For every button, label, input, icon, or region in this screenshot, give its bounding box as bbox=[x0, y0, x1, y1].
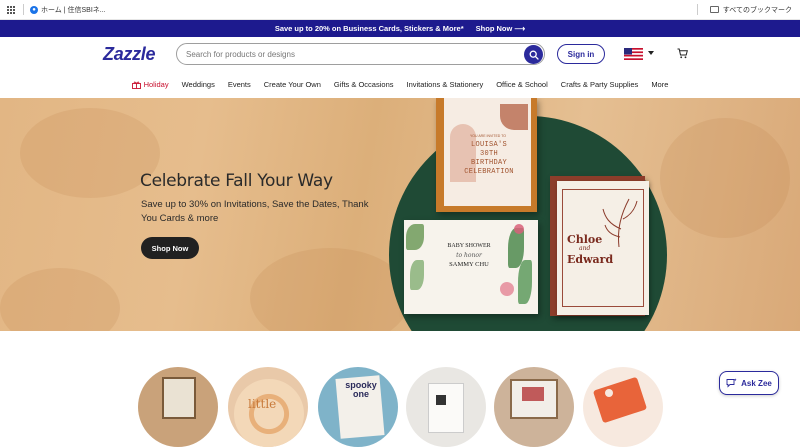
nav-item-gifts-occasions[interactable]: Gifts & Occasions bbox=[327, 80, 400, 89]
bookmark-item[interactable]: ● ホーム | 住信SBIネ... bbox=[30, 5, 106, 15]
promo-text: Save up to 20% on Business Cards, Sticke… bbox=[274, 24, 464, 33]
hero-subtitle: Save up to 30% on Invitations, Save the … bbox=[141, 199, 369, 224]
cart-icon[interactable] bbox=[677, 48, 688, 59]
category-shelf bbox=[0, 331, 800, 409]
category-circle[interactable] bbox=[406, 367, 486, 447]
us-flag-icon[interactable] bbox=[624, 48, 643, 60]
category-circle[interactable]: spooky one bbox=[318, 367, 398, 447]
all-bookmarks[interactable]: すべてのブックマーク bbox=[696, 4, 792, 15]
hero-banner[interactable]: Celebrate Fall Your Way Save up to 30% o… bbox=[0, 98, 800, 331]
card-script-text: to honor bbox=[456, 252, 482, 259]
leaf-illustration bbox=[406, 224, 424, 250]
cactus-illustration bbox=[518, 260, 532, 304]
chat-sparkle-icon bbox=[726, 378, 737, 388]
bank-favicon-icon: ● bbox=[30, 5, 38, 14]
all-bookmarks-label: すべてのブックマーク bbox=[722, 6, 792, 14]
floral-illustration bbox=[602, 198, 638, 248]
category-circle[interactable]: little bbox=[228, 367, 308, 447]
search-input[interactable] bbox=[186, 49, 506, 59]
card-headline: BABY SHOWER bbox=[447, 243, 491, 249]
card-line: CELEBRATION bbox=[464, 168, 514, 176]
category-thumbnail bbox=[522, 387, 544, 401]
promo-shop-now-link[interactable]: Shop Now ⟶ bbox=[476, 24, 526, 33]
card-script-text: and bbox=[579, 245, 591, 252]
category-text: spooky one bbox=[345, 380, 377, 399]
card-headline: LOUISA'S 30TH BIRTHDAY CELEBRATION bbox=[456, 141, 522, 177]
category-thumbnail bbox=[162, 377, 196, 419]
card-small-text: YOU ARE INVITED TO bbox=[469, 134, 507, 138]
ask-zee-button[interactable]: Ask Zee bbox=[719, 371, 779, 395]
bookmark-separator bbox=[23, 4, 24, 15]
hero-shop-now-button[interactable]: Shop Now bbox=[141, 237, 199, 259]
category-thumbnail bbox=[592, 376, 648, 424]
nav-item-invitations-stationery[interactable]: Invitations & Stationery bbox=[400, 80, 490, 89]
apps-grid-icon[interactable] bbox=[7, 5, 17, 15]
chevron-down-icon[interactable] bbox=[648, 51, 654, 55]
flower-illustration bbox=[514, 224, 524, 234]
category-circle[interactable] bbox=[138, 367, 218, 447]
card-line: LOUISA'S bbox=[470, 141, 507, 149]
nav-item-events[interactable]: Events bbox=[221, 80, 257, 89]
nav-label: Holiday bbox=[143, 80, 169, 89]
birthday-invitation-card: YOU ARE INVITED TO LOUISA'S 30TH BIRTHDA… bbox=[436, 98, 537, 212]
bookmarks-bar: ● ホーム | 住信SBIネ... すべてのブックマーク bbox=[0, 0, 800, 20]
flower-illustration bbox=[500, 282, 514, 296]
card-name: SAMMY CHU bbox=[449, 261, 489, 268]
bookmark-separator bbox=[696, 4, 698, 15]
main-nav: Holiday Weddings Events Create Your Own … bbox=[0, 73, 800, 96]
search-bar bbox=[176, 43, 545, 65]
category-thumbnail bbox=[436, 395, 446, 405]
card-line: 30TH bbox=[479, 150, 498, 158]
sign-in-button[interactable]: Sign in bbox=[557, 44, 605, 64]
nav-item-weddings[interactable]: Weddings bbox=[175, 80, 221, 89]
card-face: YOU ARE INVITED TO LOUISA'S 30TH BIRTHDA… bbox=[444, 98, 531, 206]
category-thumbnail bbox=[234, 379, 304, 447]
nav-item-create-your-own[interactable]: Create Your Own bbox=[257, 80, 327, 89]
zazzle-logo[interactable]: Zazzle bbox=[103, 44, 156, 65]
hero-texture bbox=[660, 118, 790, 238]
ask-zee-label: Ask Zee bbox=[741, 378, 772, 388]
card-face: Chloe and Edward bbox=[557, 181, 649, 315]
wedding-invitation-card: Chloe and Edward bbox=[550, 176, 649, 316]
card-line: BIRTHDAY bbox=[470, 159, 507, 167]
hero-texture bbox=[0, 268, 120, 331]
site-header: Zazzle Sign in bbox=[0, 37, 800, 73]
search-icon bbox=[529, 50, 539, 60]
card-arch-shape bbox=[500, 104, 528, 130]
nav-item-crafts-party-supplies[interactable]: Crafts & Party Supplies bbox=[554, 80, 645, 89]
category-thumbnail bbox=[605, 389, 613, 397]
category-circle[interactable] bbox=[583, 367, 663, 447]
nav-item-more[interactable]: More bbox=[645, 80, 675, 89]
bookmark-label: ホーム | 住信SBIネ... bbox=[41, 6, 106, 14]
hero-title: Celebrate Fall Your Way bbox=[140, 171, 333, 191]
folder-icon bbox=[709, 6, 719, 13]
hero-texture bbox=[250, 248, 410, 331]
nav-item-holiday[interactable]: Holiday bbox=[125, 80, 175, 89]
baby-shower-invitation-card: BABY SHOWER to honor SAMMY CHU bbox=[404, 220, 538, 314]
hero-texture bbox=[20, 108, 160, 198]
category-thumbnail bbox=[428, 383, 464, 433]
search-button[interactable] bbox=[524, 45, 543, 64]
nav-item-office-school[interactable]: Office & School bbox=[490, 80, 555, 89]
category-circle[interactable] bbox=[494, 367, 574, 447]
promo-banner: Save up to 20% on Business Cards, Sticke… bbox=[0, 20, 800, 37]
gift-icon bbox=[131, 81, 141, 89]
card-name: Edward bbox=[567, 253, 614, 266]
leaf-illustration bbox=[410, 260, 424, 290]
